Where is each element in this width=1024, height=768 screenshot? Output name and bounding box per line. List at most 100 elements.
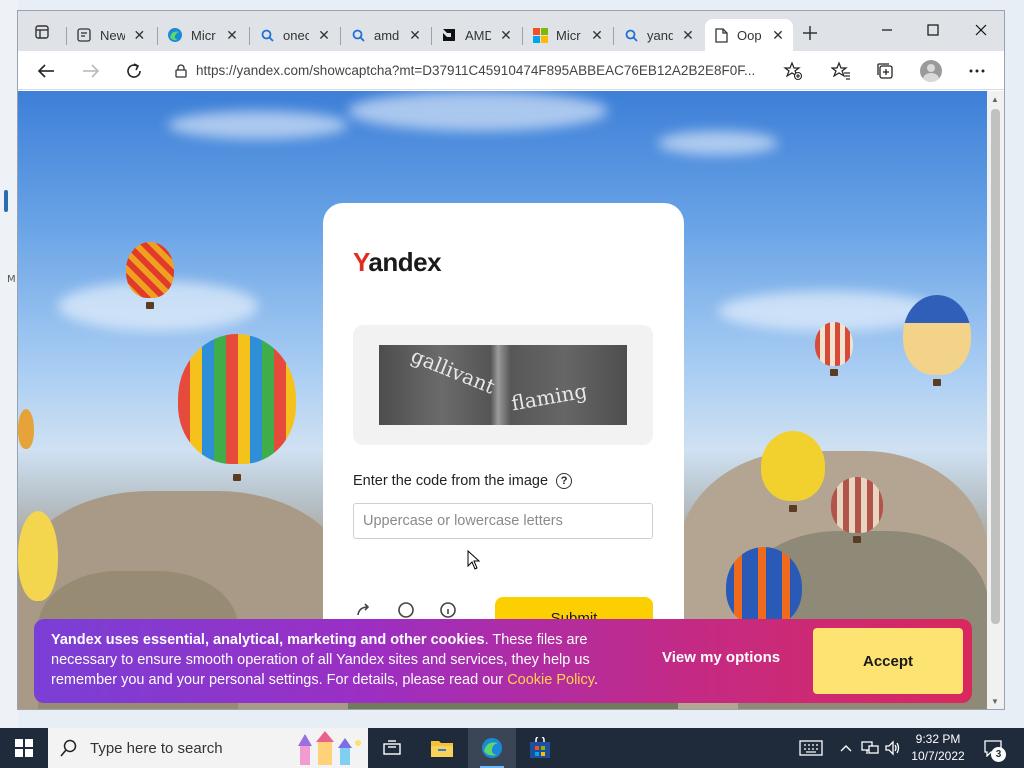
- input-label-row: Enter the code from the image ?: [353, 473, 573, 489]
- minimize-button[interactable]: [864, 15, 910, 45]
- back-button[interactable]: [31, 56, 61, 86]
- file-explorer-button[interactable]: [418, 728, 466, 768]
- keyboard-icon: [799, 740, 823, 756]
- vertical-scrollbar[interactable]: ▲ ▼: [987, 91, 1004, 709]
- audio-captcha-icon[interactable]: [395, 599, 417, 621]
- profile-button[interactable]: [916, 56, 946, 86]
- volume-button[interactable]: [883, 728, 903, 768]
- tab-close-icon[interactable]: ✕: [133, 27, 146, 44]
- cookie-banner: Yandex uses essential, analytical, marke…: [34, 619, 972, 703]
- new-tab-button[interactable]: [798, 23, 822, 47]
- desktop-left-edge: M: [0, 0, 18, 728]
- favorites-button[interactable]: [826, 56, 856, 86]
- browser-toolbar: https://yandex.com/showcaptcha?mt=D37911…: [18, 51, 1004, 90]
- forward-button[interactable]: [76, 56, 106, 86]
- tab-separator: [522, 27, 523, 45]
- add-favorite-button[interactable]: [778, 56, 808, 86]
- amd-logo-icon: [441, 27, 457, 43]
- tab-close-icon[interactable]: ✕: [499, 27, 513, 44]
- tab-close-icon[interactable]: ✕: [317, 27, 331, 44]
- cookie-bold-text: Yandex uses essential, analytical, marke…: [51, 632, 485, 648]
- tab-search-yandex[interactable]: yand ✕: [615, 19, 703, 51]
- tab-actions-button[interactable]: [26, 20, 58, 44]
- store-icon: [530, 737, 550, 758]
- tab-label: Micr: [191, 27, 216, 43]
- taskbar-clock[interactable]: 9:32 PM 10/7/2022: [902, 731, 974, 765]
- tab-microsoft-edge[interactable]: Micr ✕: [159, 19, 247, 51]
- tab-actions-icon: [35, 25, 49, 39]
- tab-close-icon[interactable]: ✕: [590, 27, 604, 44]
- keyboard-tray-button[interactable]: [796, 728, 826, 768]
- tab-label: AMD: [465, 27, 491, 43]
- tab-label: yand: [647, 27, 673, 43]
- accept-cookies-button[interactable]: Accept: [813, 628, 963, 694]
- tab-microsoft[interactable]: Micr ✕: [524, 19, 612, 51]
- tab-amd[interactable]: AMD ✕: [433, 19, 521, 51]
- cookie-tail-text: .: [593, 672, 598, 688]
- scroll-down-icon[interactable]: ▼: [991, 697, 999, 706]
- windows-taskbar: Type here to search 9:32 PM 10/7/2022 3: [0, 728, 1024, 768]
- clock-time: 9:32 PM: [915, 732, 961, 746]
- network-button[interactable]: [860, 728, 880, 768]
- refresh-captcha-icon[interactable]: [353, 599, 375, 621]
- tab-close-icon[interactable]: ✕: [408, 27, 422, 44]
- info-icon[interactable]: [437, 599, 459, 621]
- captcha-card: Yandex gallivant flaming Enter the code …: [323, 203, 684, 653]
- logo-rest: andex: [368, 247, 442, 277]
- scrollbar-thumb[interactable]: [991, 109, 1000, 624]
- windows-logo-icon: [15, 739, 33, 757]
- tab-new[interactable]: New ✕: [68, 19, 154, 51]
- new-tab-page-icon: [76, 27, 92, 43]
- close-window-button[interactable]: [958, 15, 1004, 45]
- collections-button[interactable]: [870, 56, 900, 86]
- captcha-word-1: gallivant: [407, 345, 499, 399]
- task-view-button[interactable]: [368, 728, 416, 768]
- address-bar[interactable]: https://yandex.com/showcaptcha?mt=D37911…: [166, 55, 816, 86]
- captcha-image: gallivant flaming: [379, 345, 627, 425]
- settings-menu-button[interactable]: [962, 56, 992, 86]
- tab-oops-active[interactable]: Oop ✕: [705, 19, 793, 51]
- url-text[interactable]: https://yandex.com/showcaptcha?mt=D37911…: [196, 63, 766, 78]
- scroll-up-icon[interactable]: ▲: [991, 95, 999, 104]
- store-button[interactable]: [516, 728, 564, 768]
- search-icon: [350, 27, 366, 43]
- collections-icon: [877, 63, 893, 79]
- cookie-policy-link[interactable]: Cookie Policy: [507, 672, 594, 688]
- captcha-actions: [353, 599, 459, 621]
- cookie-text: Yandex uses essential, analytical, marke…: [51, 630, 626, 690]
- tab-separator: [431, 27, 432, 45]
- maximize-button[interactable]: [910, 15, 956, 45]
- chevron-up-icon: [840, 745, 852, 752]
- star-add-icon: [783, 61, 803, 81]
- tab-search-amd[interactable]: amd ✕: [342, 19, 430, 51]
- refresh-button[interactable]: [119, 56, 149, 86]
- tab-search-onec[interactable]: onec ✕: [251, 19, 339, 51]
- start-button[interactable]: [0, 728, 48, 768]
- search-icon: [259, 27, 275, 43]
- edge-taskbar-button[interactable]: [468, 728, 516, 768]
- view-options-button[interactable]: View my options: [662, 649, 780, 666]
- close-icon: [975, 24, 987, 36]
- avatar: [920, 60, 942, 82]
- show-hidden-icons-button[interactable]: [836, 728, 856, 768]
- page-icon: [713, 27, 729, 43]
- mouse-cursor-icon: [467, 549, 481, 573]
- edge-icon: [167, 27, 183, 43]
- search-icon: [60, 739, 77, 757]
- taskbar-search-placeholder: Type here to search: [90, 739, 223, 757]
- captcha-input[interactable]: [353, 503, 653, 539]
- tab-separator: [157, 27, 158, 45]
- tab-label: amd: [374, 27, 400, 43]
- captcha-image-frame: gallivant flaming: [353, 325, 653, 445]
- notifications-button[interactable]: 3: [978, 728, 1008, 768]
- back-arrow-icon: [37, 64, 54, 78]
- tab-close-icon[interactable]: ✕: [225, 27, 239, 44]
- desktop-indicator: [4, 190, 8, 212]
- favorites-icon: [831, 61, 850, 80]
- tab-close-icon[interactable]: ✕: [771, 27, 785, 44]
- refresh-icon: [127, 63, 141, 78]
- taskbar-search-box[interactable]: Type here to search: [48, 728, 368, 768]
- tab-close-icon[interactable]: ✕: [681, 27, 695, 44]
- help-icon[interactable]: ?: [556, 473, 573, 489]
- tab-separator: [613, 27, 614, 45]
